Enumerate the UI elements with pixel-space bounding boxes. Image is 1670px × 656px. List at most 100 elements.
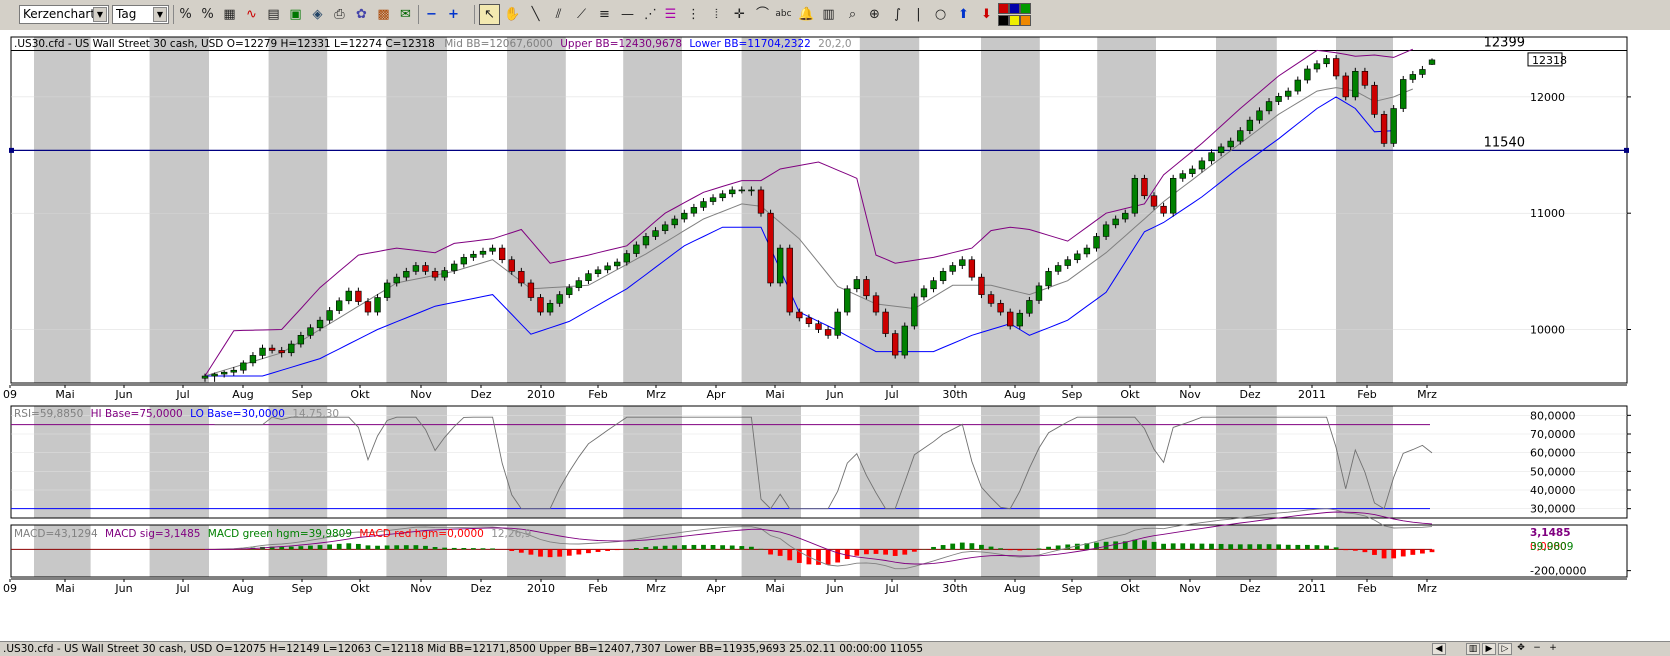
color-palette[interactable]: [998, 3, 1038, 27]
line-handle[interactable]: [1624, 147, 1629, 153]
candle: [1332, 55, 1340, 80]
zoom-out-icon[interactable]: −: [421, 4, 442, 25]
arrow-up-icon[interactable]: ⬆: [953, 4, 974, 25]
indicator-icon[interactable]: ▦: [219, 4, 240, 25]
candle-up: [403, 271, 410, 278]
magnifier-icon[interactable]: ⌕: [842, 4, 863, 25]
time-tick-label: Nov: [1179, 388, 1201, 401]
period-band: [981, 406, 1040, 518]
candle-down: [1380, 114, 1388, 144]
freehand-icon[interactable]: ∫: [887, 4, 908, 25]
zoom-area-icon[interactable]: ⊕: [864, 4, 885, 25]
parallel-lines-icon[interactable]: ≡: [594, 4, 615, 25]
time-tick-label: 2011: [1298, 582, 1326, 595]
arc-icon[interactable]: ⌒: [752, 4, 773, 25]
time-tick-label: Okt: [350, 582, 370, 595]
chart-type-select[interactable]: Kerzenchart ▼: [19, 5, 109, 24]
print-icon[interactable]: ⎙: [329, 4, 350, 25]
palette-icon[interactable]: ✿: [351, 4, 372, 25]
image-icon[interactable]: ▣: [285, 4, 306, 25]
candle: [1380, 110, 1388, 147]
candle-up: [1285, 90, 1292, 97]
scroll-left-icon[interactable]: ◀: [1432, 643, 1446, 655]
rsi-value: RSI=59,8850: [14, 408, 83, 420]
channel-icon[interactable]: ⫽: [548, 4, 569, 25]
color-swatch[interactable]: [1020, 3, 1031, 14]
move-icon[interactable]: ✥: [1514, 643, 1528, 655]
scroll-end-icon[interactable]: ▷: [1498, 643, 1512, 655]
hand-icon[interactable]: ✋: [502, 4, 523, 25]
candle-up: [1304, 68, 1311, 81]
grid-lines-icon[interactable]: ⋮: [683, 4, 704, 25]
candle-down: [508, 259, 515, 272]
candle-up: [901, 325, 908, 356]
candle: [374, 294, 381, 316]
percent-icon[interactable]: %: [175, 4, 196, 25]
candle: [968, 256, 976, 281]
rsi-lo-value: LO Base=30,0000: [190, 408, 285, 420]
crosshair-icon[interactable]: ✛: [729, 4, 750, 25]
bar-chart-icon[interactable]: ▤: [263, 4, 284, 25]
status-text: .US30.cfd - US Wall Street 30 cash, USD …: [3, 643, 924, 655]
folder-icon[interactable]: ◈: [307, 4, 328, 25]
text-tool-icon[interactable]: abc: [773, 4, 794, 25]
time-tick-label: Sep: [292, 388, 313, 401]
candle-up: [594, 269, 602, 274]
arrow-down-icon[interactable]: ⬇: [976, 4, 997, 25]
mail-icon[interactable]: ✉: [395, 4, 416, 25]
circle-icon[interactable]: ○: [930, 4, 951, 25]
trendline-icon[interactable]: ╲: [525, 4, 546, 25]
candle-down: [882, 311, 889, 334]
candle-down: [422, 265, 429, 272]
candle-up: [288, 343, 295, 354]
interval-value: Tag: [116, 7, 137, 21]
color-swatch[interactable]: [998, 3, 1009, 14]
calculator-icon[interactable]: ▥: [818, 4, 839, 25]
color-swatch[interactable]: [998, 15, 1009, 26]
ray-icon[interactable]: ⟋: [571, 4, 592, 25]
candle: [901, 322, 908, 359]
candle-up: [1323, 58, 1330, 65]
cursor-icon[interactable]: ↖: [479, 4, 500, 25]
zoom-out-small-icon[interactable]: −: [1530, 643, 1544, 655]
chart-area[interactable]: 10000 11000 12000 12399 11540 12318 .US30.…: [0, 30, 1670, 641]
line-handle[interactable]: [9, 147, 14, 153]
candle-up: [316, 319, 324, 329]
vertical-lines-icon[interactable]: ⦙: [706, 4, 727, 25]
alarm-bell-icon[interactable]: 🔔: [796, 4, 817, 25]
color-swatch[interactable]: [1020, 15, 1031, 26]
hline-top-label: 12399: [1484, 35, 1525, 50]
zoom-in-small-icon[interactable]: +: [1546, 643, 1560, 655]
time-tick-label: Mai: [765, 388, 784, 401]
time-tick-label: 09: [3, 582, 17, 595]
scroll-home-icon[interactable]: ▥: [1466, 643, 1480, 655]
candle-up: [853, 279, 861, 290]
candle-up: [939, 271, 947, 281]
candle-up: [412, 265, 420, 272]
candle-up: [585, 273, 592, 281]
candle-up: [336, 300, 343, 311]
template-icon[interactable]: ▩: [373, 4, 394, 25]
candle-down: [767, 212, 774, 284]
time-tick-label: Sep: [1062, 582, 1083, 595]
time-tick-label: Nov: [1179, 582, 1201, 595]
fibonacci-icon[interactable]: ☰: [660, 4, 681, 25]
interval-select[interactable]: Tag ▼: [112, 5, 169, 24]
macd-params: 12,26,9: [491, 528, 531, 540]
candle-up: [1045, 271, 1052, 287]
percent-scale-icon[interactable]: %: [197, 4, 218, 25]
period-band: [1216, 406, 1277, 518]
candle-up: [1083, 247, 1091, 255]
fan-icon[interactable]: ⋰: [640, 4, 661, 25]
chevron-down-icon[interactable]: ▼: [93, 7, 107, 22]
line-chart-icon[interactable]: ∿: [241, 4, 262, 25]
time-tick-label: Jul: [175, 388, 189, 401]
color-swatch[interactable]: [1009, 3, 1020, 14]
zoom-in-icon[interactable]: +: [443, 4, 464, 25]
horizontal-line-icon[interactable]: —: [617, 4, 638, 25]
scroll-right-icon[interactable]: ▶: [1482, 643, 1496, 655]
color-swatch[interactable]: [1009, 15, 1020, 26]
chevron-down-icon[interactable]: ▼: [153, 7, 167, 22]
candle: [978, 273, 985, 299]
candle-up: [489, 247, 496, 252]
